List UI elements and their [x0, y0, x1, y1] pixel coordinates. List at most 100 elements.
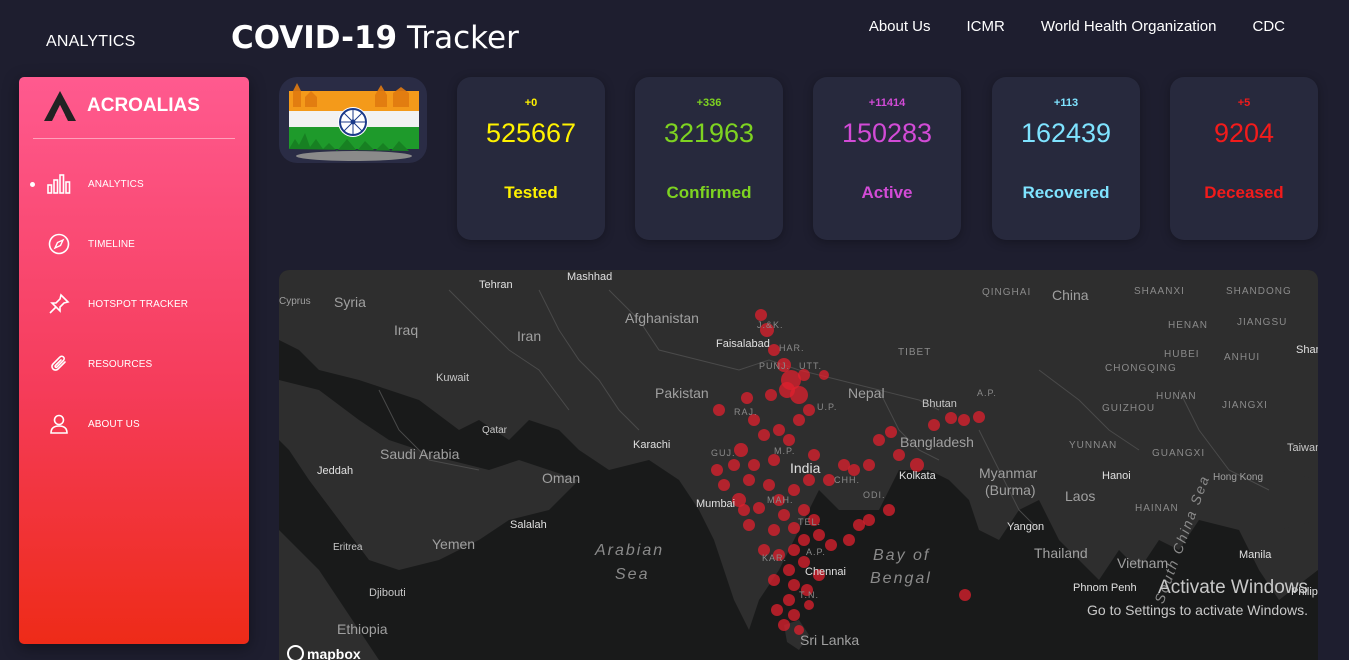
map-label: Laos: [1065, 488, 1096, 504]
pin-icon: [47, 292, 71, 316]
map-region: PUNJ.: [759, 361, 791, 371]
sidebar-item-analytics[interactable]: ANALYTICS: [19, 164, 249, 204]
map-region: TEL.: [798, 517, 822, 527]
windows-activation-subtitle: Go to Settings to activate Windows.: [1087, 602, 1308, 618]
sidebar-item-label: RESOURCES: [88, 358, 153, 370]
map-region: YUNNAN: [1069, 440, 1118, 451]
user-icon: [47, 412, 71, 436]
india-monuments-image: [289, 83, 419, 161]
mapbox-text: mapbox: [307, 646, 361, 660]
map-label: Saudi Arabia: [380, 446, 460, 462]
map-region: HAR.: [779, 343, 805, 353]
sidebar-logo[interactable]: ACROALIAS: [43, 89, 200, 123]
map-region: HENAN: [1168, 320, 1209, 331]
map-city: Chennai: [805, 566, 846, 578]
stat-label: Deceased: [1204, 183, 1284, 202]
map-city: Mashhad: [567, 271, 613, 283]
map-label: Djibouti: [369, 587, 406, 599]
map-label: Nepal: [848, 385, 885, 401]
map-label: Sri Lanka: [800, 632, 860, 648]
map-region: A.P.: [806, 547, 826, 557]
map-label: Pakistan: [655, 385, 709, 401]
nav-link-who[interactable]: World Health Organization: [1041, 18, 1217, 35]
map-region: TIBET: [898, 347, 932, 358]
map-label: Thailand: [1034, 545, 1088, 561]
title-suffix: Tracker: [397, 20, 519, 56]
page-section-label: ANALYTICS: [46, 33, 136, 50]
hotspot-map[interactable]: Syria Iraq Iran Afghanistan Pakistan Kuw…: [279, 270, 1318, 660]
map-sea-label: Bay of: [873, 547, 931, 564]
sidebar-item-resources[interactable]: RESOURCES: [19, 344, 249, 384]
sidebar-item-label: HOTSPOT TRACKER: [88, 298, 189, 310]
map-label: Vietnam: [1117, 555, 1169, 571]
stat-card-active: +11414 150283 Active: [813, 77, 961, 240]
map-region: JIANGSU: [1237, 317, 1288, 328]
map-label: Syria: [334, 294, 366, 310]
map-city: Shan: [1296, 344, 1318, 356]
stat-label: Tested: [504, 183, 558, 202]
sidebar-item-label: ANALYTICS: [88, 178, 144, 190]
stat-delta: +113: [1053, 97, 1079, 109]
sidebar-divider: [33, 138, 235, 139]
sidebar-item-hotspot-tracker[interactable]: HOTSPOT TRACKER: [19, 284, 249, 324]
sidebar-item-label: TIMELINE: [88, 238, 135, 250]
map-city: Kolkata: [899, 470, 936, 482]
map-region: HAINAN: [1135, 503, 1179, 514]
map-label: Myanmar: [979, 465, 1038, 481]
stat-card-confirmed: +336 321963 Confirmed: [635, 77, 783, 240]
mapbox-attribution[interactable]: mapbox: [287, 645, 361, 660]
map-region: ANHUI: [1224, 352, 1261, 363]
sidebar-item-about-us[interactable]: ABOUT US: [19, 404, 249, 444]
map-sea-label: Sea: [615, 566, 650, 583]
stat-card-tested: +0 525667 Tested: [457, 77, 605, 240]
stat-delta: +0: [524, 97, 538, 109]
top-bar: ANALYTICS COVID-19 Tracker About Us ICMR…: [0, 0, 1349, 70]
stat-label: Recovered: [1022, 183, 1110, 202]
map-sea-label: Bengal: [870, 570, 932, 587]
sidebar-item-label: ABOUT US: [88, 418, 140, 430]
map-region: GUANGXI: [1152, 448, 1206, 459]
mapbox-logo-icon: [287, 645, 304, 660]
map-region: ODI.: [863, 490, 886, 500]
bar-chart-icon: [47, 172, 71, 196]
map-region: SHANDONG: [1226, 286, 1292, 297]
map-region: JIANGXI: [1222, 400, 1268, 411]
stat-delta: +336: [696, 97, 722, 109]
stat-delta: +11414: [868, 97, 906, 109]
map-label: Qatar: [482, 425, 508, 436]
compass-icon: [47, 232, 71, 256]
map-region: KAR.: [762, 553, 788, 563]
map-label: Oman: [542, 470, 581, 486]
map-city: Karachi: [633, 439, 671, 451]
map-region: UTT.: [799, 361, 822, 371]
map-region: T.N.: [799, 590, 820, 600]
map-city: Tehran: [479, 279, 513, 291]
stat-label: Active: [861, 183, 913, 202]
map-label: Bangladesh: [900, 434, 974, 450]
map-city: Manila: [1239, 549, 1272, 561]
nav-link-about-us[interactable]: About Us: [869, 18, 931, 35]
sidebar: ACROALIAS ANALYTICS TIMELINE HOTSPOT TRA…: [19, 77, 249, 644]
page-title: COVID-19 Tracker: [231, 20, 519, 56]
nav-link-icmr[interactable]: ICMR: [967, 18, 1005, 35]
map-label: Yemen: [432, 536, 476, 552]
nav-link-cdc[interactable]: CDC: [1253, 18, 1286, 35]
map-label: Ethiopia: [337, 621, 388, 637]
map-label: Taiwan: [1287, 442, 1318, 454]
top-nav: About Us ICMR World Health Organization …: [869, 18, 1285, 35]
map-region: QINGHAI: [982, 287, 1032, 298]
stat-card-recovered: +113 162439 Recovered: [992, 77, 1140, 240]
map-region: HUBEI: [1164, 349, 1200, 360]
india-flag-card: [279, 77, 427, 163]
map-city: Hanoi: [1102, 470, 1131, 482]
map-region: Cyprus: [279, 296, 311, 307]
map-region: M.P.: [774, 446, 796, 456]
map-label: Iraq: [394, 322, 419, 338]
map-label: Eritrea: [333, 542, 363, 553]
map-city: Faisalabad: [716, 338, 770, 350]
map-city: Jeddah: [317, 465, 354, 477]
map-region: MAH.: [767, 495, 794, 505]
active-indicator: [30, 181, 35, 187]
sidebar-item-timeline[interactable]: TIMELINE: [19, 224, 249, 264]
stat-card-deceased: +5 9204 Deceased: [1170, 77, 1318, 240]
